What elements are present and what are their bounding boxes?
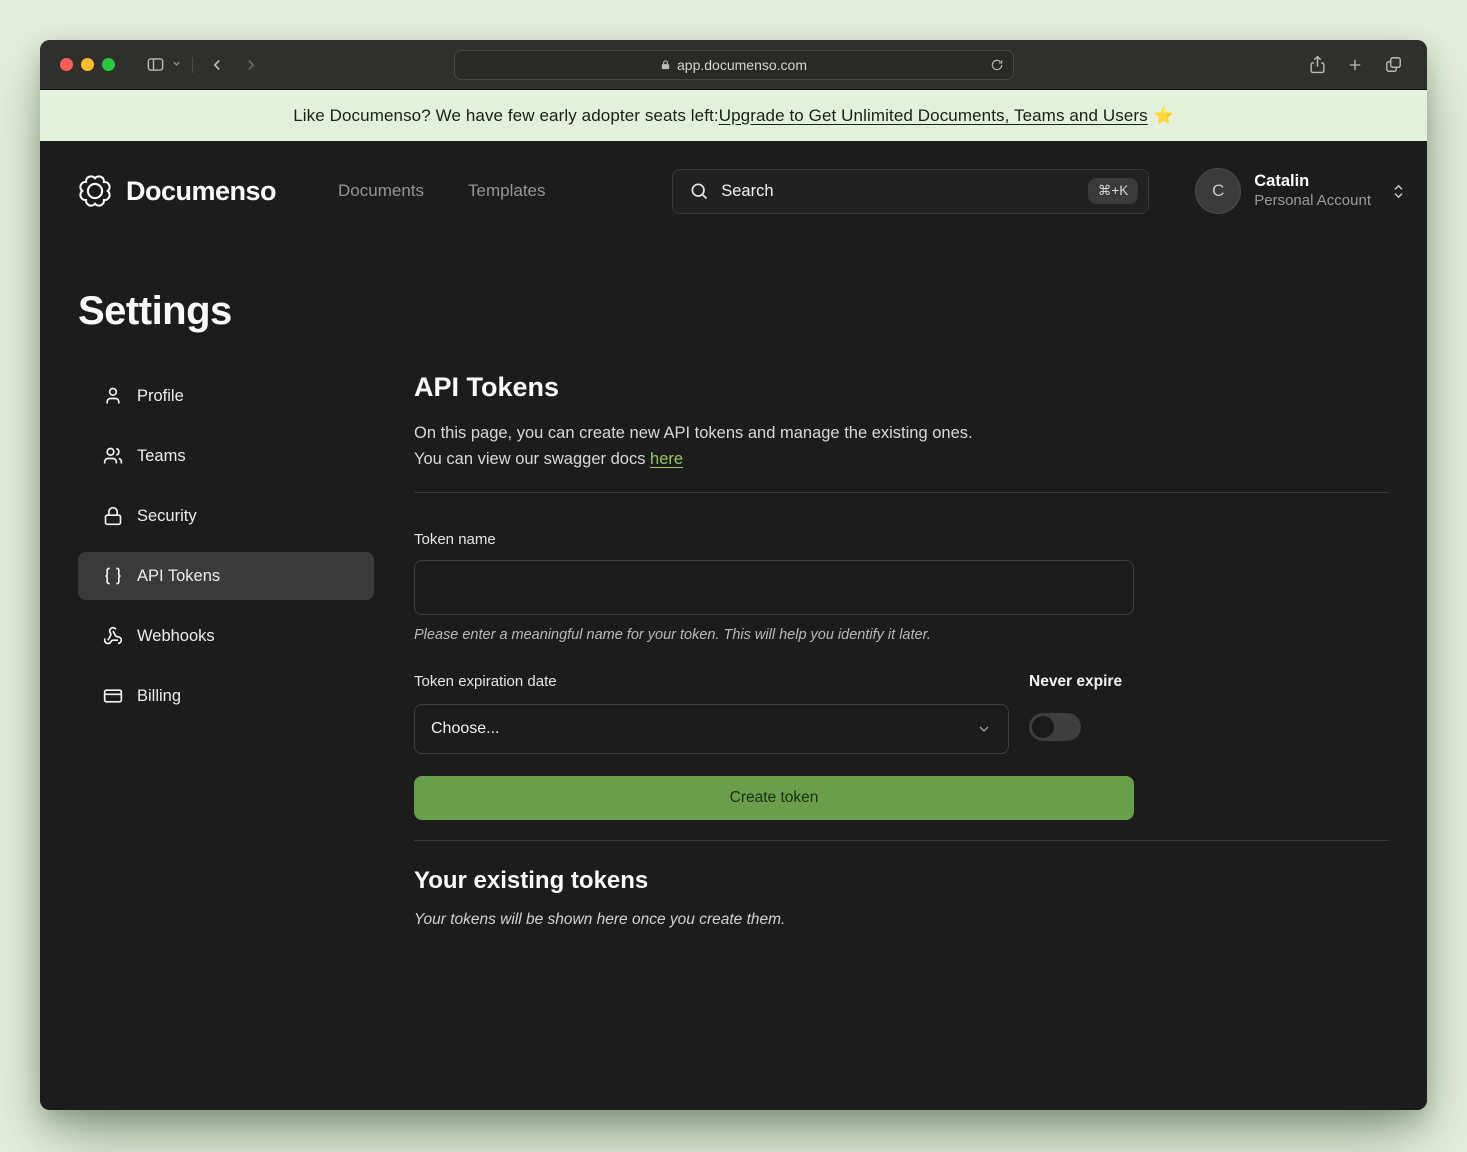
sidebar-item-teams[interactable]: Teams: [78, 432, 374, 480]
share-icon[interactable]: [1303, 51, 1331, 79]
sidebar-item-billing[interactable]: Billing: [78, 672, 374, 720]
user-icon: [102, 386, 124, 406]
token-name-input[interactable]: [414, 560, 1134, 615]
documenso-logo-icon: [78, 174, 112, 208]
brand-wordmark: Documenso: [126, 176, 276, 207]
promo-text: Like Documenso? We have few early adopte…: [293, 106, 719, 126]
webhook-icon: [102, 626, 124, 646]
toolbar-divider: [192, 57, 193, 73]
chevrons-up-down-icon: [1390, 183, 1407, 200]
traffic-lights: [60, 58, 115, 71]
browser-window: app.documenso.com Like Documenso? We hav…: [40, 40, 1427, 1110]
new-tab-icon[interactable]: [1341, 51, 1369, 79]
section-description-line1: On this page, you can create new API tok…: [414, 421, 1389, 447]
address-bar[interactable]: app.documenso.com: [454, 50, 1014, 80]
browser-toolbar: app.documenso.com: [40, 40, 1427, 90]
sidebar-item-label: Security: [137, 507, 197, 526]
search-placeholder: Search: [721, 182, 1076, 201]
reload-icon[interactable]: [990, 58, 1004, 72]
select-value: Choose...: [431, 720, 976, 738]
never-expire-toggle[interactable]: [1029, 713, 1081, 741]
main-nav: Documents Templates: [338, 181, 545, 201]
brand-logo[interactable]: Documenso: [78, 174, 276, 208]
url-text: app.documenso.com: [677, 57, 807, 73]
users-icon: [102, 446, 124, 466]
forward-button[interactable]: [237, 51, 265, 79]
section-heading: API Tokens: [414, 372, 1389, 403]
swagger-docs-link[interactable]: here: [650, 450, 683, 468]
api-tokens-panel: API Tokens On this page, you can create …: [414, 372, 1389, 929]
page-title: Settings: [78, 289, 1389, 334]
token-name-hint: Please enter a meaningful name for your …: [414, 627, 1389, 643]
upgrade-link[interactable]: Upgrade to Get Unlimited Documents, Team…: [719, 106, 1148, 126]
toggle-knob: [1032, 716, 1054, 738]
credit-card-icon: [102, 686, 124, 706]
avatar: C: [1195, 168, 1241, 214]
star-emoji: ⭐: [1154, 106, 1174, 126]
sidebar-item-label: Webhooks: [137, 627, 215, 646]
lock-icon: [102, 506, 124, 526]
sidebar-item-profile[interactable]: Profile: [78, 372, 374, 420]
token-name-label: Token name: [414, 531, 1389, 548]
sidebar-item-label: Profile: [137, 387, 184, 406]
token-expiration-select[interactable]: Choose...: [414, 704, 1009, 754]
sidebar-item-label: Teams: [137, 447, 186, 466]
sidebar-dropdown-chevron-icon[interactable]: [171, 56, 182, 74]
braces-icon: [102, 566, 124, 586]
sidebar-toggle-icon[interactable]: [141, 51, 169, 79]
nav-templates[interactable]: Templates: [468, 181, 545, 201]
sidebar-item-label: API Tokens: [137, 567, 220, 586]
create-token-button[interactable]: Create token: [414, 776, 1134, 820]
token-expiration-label: Token expiration date: [414, 673, 1009, 690]
chevron-down-icon: [976, 721, 992, 737]
lock-icon: [660, 59, 671, 71]
divider: [414, 492, 1389, 493]
section-description-line2: You can view our swagger docs: [414, 450, 650, 468]
zoom-window-button[interactable]: [102, 58, 115, 71]
sidebar-item-api-tokens[interactable]: API Tokens: [78, 552, 374, 600]
sidebar-item-security[interactable]: Security: [78, 492, 374, 540]
settings-sidebar: Profile Teams Security: [78, 372, 374, 929]
back-button[interactable]: [203, 51, 231, 79]
account-type: Personal Account: [1254, 192, 1371, 211]
sidebar-item-label: Billing: [137, 687, 181, 706]
tab-overview-icon[interactable]: [1379, 51, 1407, 79]
promo-banner: Like Documenso? We have few early adopte…: [40, 90, 1427, 141]
divider: [414, 840, 1389, 841]
account-menu[interactable]: C Catalin Personal Account: [1195, 168, 1407, 214]
search-shortcut-badge: ⌘+K: [1088, 178, 1138, 204]
never-expire-label: Never expire: [1029, 673, 1122, 691]
existing-tokens-empty-text: Your tokens will be shown here once you …: [414, 911, 1389, 929]
user-name: Catalin: [1254, 171, 1371, 192]
nav-documents[interactable]: Documents: [338, 181, 424, 201]
sidebar-item-webhooks[interactable]: Webhooks: [78, 612, 374, 660]
search-input[interactable]: Search ⌘+K: [672, 169, 1149, 214]
app-content: Documenso Documents Templates Search ⌘+K…: [40, 141, 1427, 1110]
close-window-button[interactable]: [60, 58, 73, 71]
minimize-window-button[interactable]: [81, 58, 94, 71]
search-icon: [689, 181, 709, 201]
app-header: Documenso Documents Templates Search ⌘+K…: [78, 163, 1407, 219]
existing-tokens-heading: Your existing tokens: [414, 867, 1389, 895]
